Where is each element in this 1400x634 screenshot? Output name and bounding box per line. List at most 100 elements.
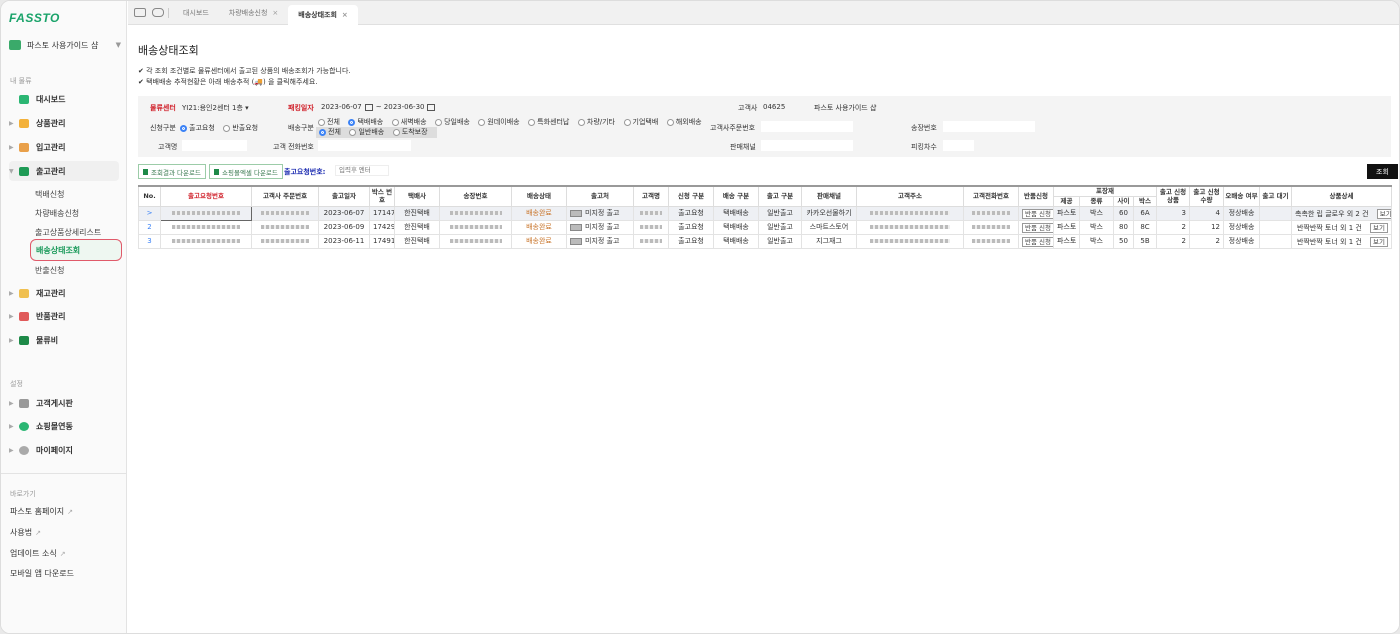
sidebar-item-products[interactable]: ▶ 상품관리 [9,113,119,133]
return-request-button[interactable]: 반품 신청 [1022,237,1053,247]
download-results-button[interactable]: 조회결과 다운로드 [138,164,206,179]
view-button[interactable]: 보기 [1370,222,1389,233]
col-detail[interactable]: 상품상세 [1291,185,1393,207]
fassto-logo[interactable]: FASSTO [9,11,60,25]
sidebar-item-outbound[interactable]: ▼ 출고관리 [9,161,119,181]
col-no[interactable]: No. [138,185,161,207]
return-request-button[interactable]: 반품 신청 [1022,223,1053,233]
cell-no[interactable]: 3 [138,233,161,249]
download-mall-excel-button[interactable]: 쇼핑몰엑셀 다운로드 [209,164,283,179]
truck-tracking-icon[interactable] [570,223,582,231]
col-return[interactable]: 반품신청 [1018,185,1054,207]
search-button[interactable]: 조회 [1367,164,1398,179]
radio-ship-sameday[interactable]: 당일배송 [435,117,470,127]
col-phone[interactable]: 고객전화번호 [963,185,1019,207]
cell-request-no[interactable] [160,205,252,221]
col-customer[interactable]: 고객명 [633,185,669,207]
col-qty[interactable]: 출고 신청 수량 [1189,185,1225,207]
col-origin[interactable]: 출고처 [566,185,634,207]
view-button[interactable]: 보기 [1376,208,1391,219]
link-mobile-app[interactable]: 모바일 앱 다운로드 [10,568,74,579]
radio-outbound-request[interactable]: 출고요청 [180,123,215,133]
cell-no[interactable]: 2 [138,219,161,235]
sidebar-item-dashboard[interactable]: 대시보드 [9,89,119,109]
radio-ship-overseas[interactable]: 해외배송 [666,117,702,127]
col-misdelivery[interactable]: 오배송 여부 [1223,185,1261,207]
col-ship-type[interactable]: 배송 구분 [713,185,759,207]
sidebar-toggle-icon[interactable] [134,8,146,17]
calendar-icon[interactable] [364,103,373,111]
sub-item-parcel-request[interactable]: 택배신청 [35,189,64,200]
col-date[interactable]: 출고일자 [318,185,370,207]
calendar-icon[interactable] [427,103,436,111]
client-order-input[interactable] [761,121,853,132]
col-provider[interactable]: 제공 [1053,195,1080,207]
sidebar-item-logistics-fee[interactable]: ▶ 물류비 [9,330,119,350]
cell-request-no[interactable] [160,233,252,249]
channel-input[interactable] [761,140,853,151]
date-from[interactable]: 2023-06-07 [321,103,362,111]
col-waiting[interactable]: 출고 대기 [1259,185,1293,207]
radio-ship-special[interactable]: 특화센터납 [528,117,569,127]
col-box-no[interactable]: 박스 번호 [369,185,395,207]
sidebar-item-inbound[interactable]: ▶ 입고관리 [9,137,119,157]
radio-release-request[interactable]: 반출요청 [223,123,258,133]
view-button[interactable]: 보기 [1370,236,1389,247]
col-request-no[interactable]: 출고요청번호 [160,185,252,207]
radio-ship-corporate[interactable]: 기업택배 [623,117,658,127]
truck-tracking-icon[interactable] [570,237,582,245]
col-address[interactable]: 고객주소 [856,185,964,207]
cloud-settings-icon[interactable] [152,8,164,17]
sidebar-item-returns[interactable]: ▶ 반품관리 [9,306,119,326]
return-request-button[interactable]: 반품 신청 [1022,209,1053,219]
radio-ship-all[interactable]: 전체 [318,117,340,127]
tab-delivery-status[interactable]: 배송상태조회 × [288,4,358,25]
center-select[interactable]: YI21:용인2센터 1층 ▾ [182,103,249,113]
table-row[interactable]: 3 2023-06-11174914한진택배 배송완료 미지정 출고 출고요청택배배송일… [138,233,1393,249]
sub-item-vehicle-request[interactable]: 차량배송신청 [35,208,79,219]
link-homepage[interactable]: 파스토 홈페이지 ↗ [10,506,73,517]
col-invoice[interactable]: 송장번호 [439,185,512,207]
col-out-type[interactable]: 출고 구분 [758,185,802,207]
radio-ship-oneday[interactable]: 원데이배송 [478,117,520,127]
link-updates[interactable]: 업데이트 소식 ↗ [10,548,66,559]
tab-dashboard[interactable]: 대시보드 [173,1,219,25]
col-channel[interactable]: 판매채널 [801,185,857,207]
customer-name-input[interactable] [182,140,247,151]
radio-normal[interactable]: 일반배송 [349,127,384,137]
sub-item-delivery-status[interactable]: 배송상태조회 [30,239,122,261]
request-no-input[interactable] [335,165,389,176]
radio-all[interactable]: 전체 [319,127,341,137]
truck-tracking-icon[interactable] [570,209,582,217]
table-row[interactable]: >2023-06-07171479한진택배 배송완료 미지정 출고 출고요청택배배송일… [138,205,1393,221]
col-kind[interactable]: 종류 [1079,195,1114,207]
close-icon[interactable]: × [272,9,278,17]
cell-request-no[interactable] [160,219,252,235]
radio-ship-parcel[interactable]: 택배배송 [348,117,383,127]
sidebar-item-mypage[interactable]: ▶ 마이페이지 [9,440,119,460]
invoice-input[interactable] [943,121,1035,132]
col-status[interactable]: 배송상태 [511,185,567,207]
close-icon[interactable]: × [342,11,348,19]
customer-phone-input[interactable] [318,140,411,151]
picking-no-input[interactable] [943,140,974,151]
sidebar-item-mall-link[interactable]: ▶ 쇼핑몰연동 [9,416,119,436]
radio-ship-vehicle[interactable]: 차량/기타 [577,117,615,127]
sidebar-item-board[interactable]: ▶ 고객게시판 [9,393,119,413]
col-client-order[interactable]: 고객사 주문번호 [251,185,319,207]
radio-guaranteed[interactable]: 도착보장 [392,127,428,137]
col-courier[interactable]: 택배사 [394,185,440,207]
col-items[interactable]: 출고 신청 상품 [1156,185,1191,207]
date-to[interactable]: 2023-06-30 [384,103,425,111]
col-box[interactable]: 박스 [1132,195,1158,207]
col-size[interactable]: 사이 [1113,195,1134,207]
cell-no[interactable]: > [138,205,161,221]
sub-item-outbound-detail-list[interactable]: 출고상품상세리스트 [35,227,101,238]
link-usage[interactable]: 사용법 ↗ [10,527,41,538]
col-request-type[interactable]: 신청 구분 [668,185,714,207]
table-row[interactable]: 2 2023-06-09174293한진택배 배송완료 미지정 출고 출고요청택배배송일… [138,219,1393,235]
shop-selector[interactable]: 파스토 사용가이드 샵 ▼ [9,37,121,53]
sub-item-release-request[interactable]: 반출신청 [35,265,64,276]
sidebar-item-inventory[interactable]: ▶ 재고관리 [9,283,119,303]
radio-ship-dawn[interactable]: 새벽배송 [391,117,427,127]
